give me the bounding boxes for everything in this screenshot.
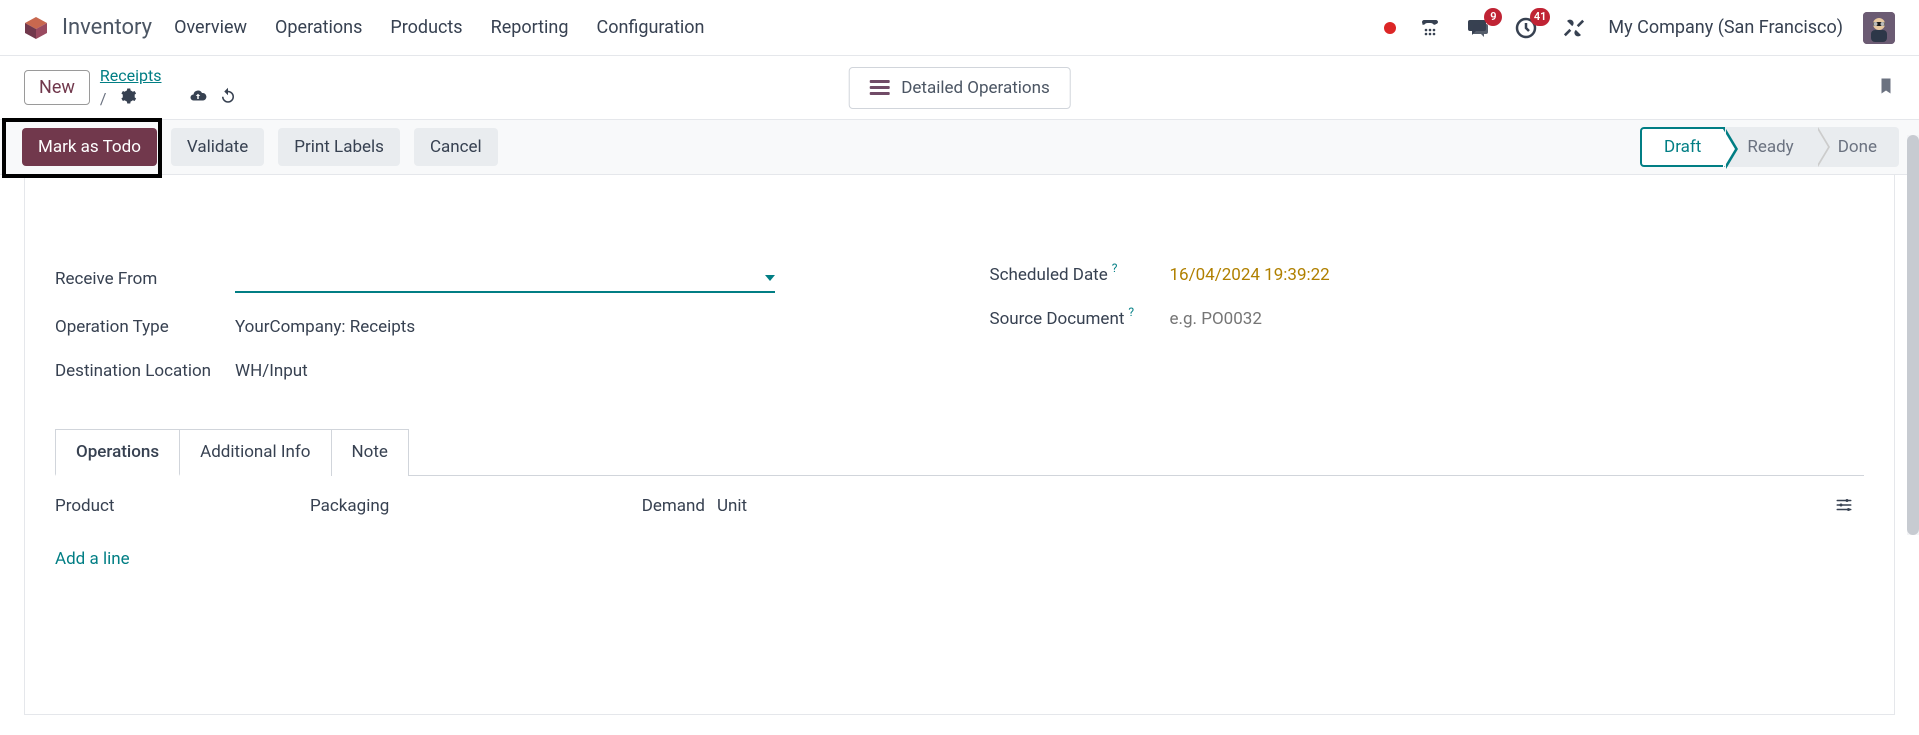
- column-options-icon[interactable]: [1834, 496, 1864, 519]
- detailed-operations-label: Detailed Operations: [901, 78, 1050, 98]
- help-icon[interactable]: ?: [1128, 305, 1134, 319]
- detailed-operations-button[interactable]: Detailed Operations: [848, 67, 1071, 109]
- tab-note[interactable]: Note: [331, 429, 409, 476]
- app-name[interactable]: Inventory: [62, 15, 152, 40]
- status-track: Draft Ready Done: [1640, 127, 1899, 167]
- nav-configuration[interactable]: Configuration: [596, 17, 704, 38]
- dropdown-caret-icon: [765, 275, 775, 281]
- breadcrumb-receipts[interactable]: Receipts: [100, 66, 237, 85]
- scheduled-date-value[interactable]: 16/04/2024 19:39:22: [1170, 265, 1865, 285]
- receive-from-field[interactable]: [235, 265, 775, 293]
- scrollbar[interactable]: [1907, 135, 1919, 535]
- col-unit: Unit: [717, 496, 777, 519]
- control-panel: New Receipts / Detailed Operations: [0, 56, 1919, 119]
- tab-body: Product Packaging Demand Unit Add a line: [55, 475, 1864, 569]
- print-labels-button[interactable]: Print Labels: [278, 128, 400, 166]
- receive-from-label: Receive From: [55, 269, 235, 289]
- avatar[interactable]: [1863, 12, 1895, 44]
- new-button[interactable]: New: [24, 70, 90, 105]
- breadcrumb-slash: /: [100, 89, 107, 108]
- cloud-upload-icon[interactable]: [189, 87, 207, 109]
- col-demand: Demand: [625, 496, 705, 519]
- bookmark-icon[interactable]: [1877, 75, 1895, 101]
- col-packaging: Packaging: [310, 496, 625, 519]
- add-a-line[interactable]: Add a line: [55, 549, 1864, 569]
- recording-indicator-icon: [1384, 22, 1396, 34]
- activity-icon[interactable]: 41: [1512, 14, 1540, 42]
- chat-badge: 9: [1484, 8, 1502, 26]
- mark-as-todo-button[interactable]: Mark as Todo: [22, 128, 157, 166]
- status-draft[interactable]: Draft: [1640, 127, 1725, 167]
- col-product: Product: [55, 496, 310, 519]
- cancel-button[interactable]: Cancel: [414, 128, 498, 166]
- activity-badge: 41: [1530, 8, 1551, 26]
- tabs: Operations Additional Info Note: [55, 429, 1864, 476]
- scheduled-date-label: Scheduled Date ?: [990, 265, 1170, 285]
- tools-icon[interactable]: [1560, 14, 1588, 42]
- chat-icon[interactable]: 9: [1464, 14, 1492, 42]
- scrollbar-thumb[interactable]: [1907, 135, 1919, 535]
- status-ready[interactable]: Ready: [1725, 127, 1815, 167]
- gear-icon[interactable]: [119, 87, 137, 109]
- tab-additional-info[interactable]: Additional Info: [179, 429, 331, 476]
- nav-overview[interactable]: Overview: [174, 17, 247, 38]
- burger-icon: [869, 80, 889, 95]
- source-document-label: Source Document ?: [990, 309, 1170, 329]
- validate-button[interactable]: Validate: [171, 128, 264, 166]
- undo-icon[interactable]: [219, 87, 237, 109]
- status-bar: Mark as Todo Validate Print Labels Cance…: [0, 119, 1919, 175]
- help-icon[interactable]: ?: [1112, 261, 1118, 275]
- navbar: Inventory Overview Operations Products R…: [0, 0, 1919, 56]
- app-logo-icon: [24, 16, 48, 40]
- nav-operations[interactable]: Operations: [275, 17, 362, 38]
- destination-location-value[interactable]: WH/Input: [235, 361, 930, 381]
- destination-location-label: Destination Location: [55, 361, 235, 381]
- form-sheet: Receive From Operation Type YourCompany:…: [24, 175, 1895, 715]
- operation-type-label: Operation Type: [55, 317, 235, 337]
- nav-products[interactable]: Products: [390, 17, 462, 38]
- phone-icon[interactable]: [1416, 14, 1444, 42]
- company-selector[interactable]: My Company (San Francisco): [1608, 17, 1843, 38]
- nav-reporting[interactable]: Reporting: [491, 17, 569, 38]
- nav-menus: Overview Operations Products Reporting C…: [174, 17, 704, 38]
- operation-type-value[interactable]: YourCompany: Receipts: [235, 317, 930, 337]
- tab-operations[interactable]: Operations: [55, 429, 180, 476]
- source-document-input[interactable]: [1170, 309, 1392, 329]
